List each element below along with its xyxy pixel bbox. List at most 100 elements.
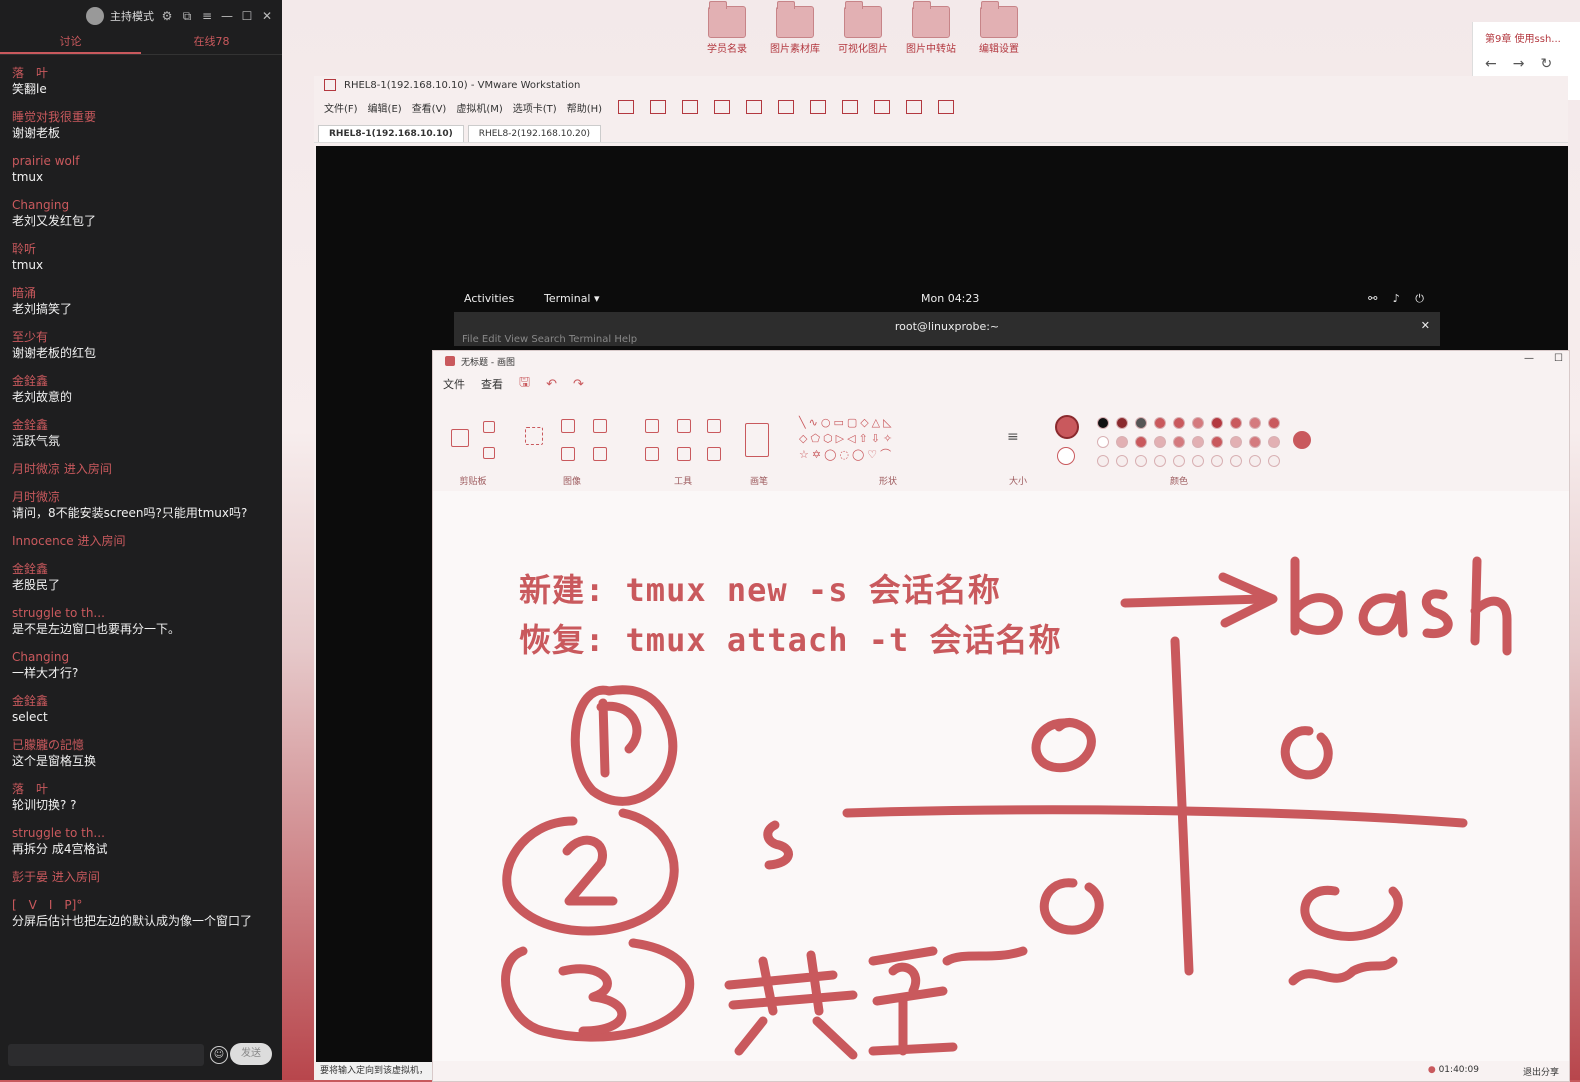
- menu-help[interactable]: 帮助(H): [567, 100, 602, 115]
- message-author[interactable]: 至少有: [12, 329, 270, 345]
- paste-icon[interactable]: [451, 429, 469, 447]
- shapes-gallery[interactable]: ╲∿○▭▢◇△◺ ◇⬠⬡▷◁⇧⇩✧ ☆✡◯◌◯♡⌒: [799, 415, 939, 463]
- palette-swatch[interactable]: [1230, 436, 1242, 448]
- snapshot-manager-icon[interactable]: [746, 100, 763, 114]
- menu-view[interactable]: 查看: [481, 376, 503, 392]
- snapshot-icon[interactable]: [682, 100, 699, 114]
- palette-swatch[interactable]: [1192, 417, 1204, 429]
- message-author[interactable]: 金銓鑫: [12, 373, 270, 389]
- message-author[interactable]: 月时微凉: [12, 489, 270, 505]
- activities-button[interactable]: Activities: [464, 292, 514, 305]
- rotate-icon[interactable]: [593, 419, 607, 433]
- size-icon[interactable]: ≡: [1007, 429, 1019, 445]
- emoji-icon[interactable]: ☺: [210, 1046, 228, 1064]
- palette-swatch[interactable]: [1268, 436, 1280, 448]
- menu-view[interactable]: 查看(V): [412, 100, 447, 115]
- avatar[interactable]: [86, 7, 104, 25]
- thumbnail-icon[interactable]: [810, 100, 827, 114]
- brush-icon[interactable]: [745, 423, 769, 457]
- palette-swatch[interactable]: [1116, 436, 1128, 448]
- menu-tabs[interactable]: 选项卡(T): [513, 100, 557, 115]
- reload-icon[interactable]: ↻: [1540, 56, 1552, 72]
- settings-icon[interactable]: ⚙: [160, 9, 174, 23]
- palette-swatch[interactable]: [1154, 417, 1166, 429]
- copy-icon[interactable]: [483, 447, 495, 459]
- clock[interactable]: Mon 04:23: [921, 292, 979, 305]
- palette-swatch[interactable]: [1173, 436, 1185, 448]
- revert-snapshot-icon[interactable]: [714, 100, 731, 114]
- palette-swatch[interactable]: [1192, 455, 1204, 467]
- palette-swatch[interactable]: [1211, 436, 1223, 448]
- color-2-swatch[interactable]: [1057, 447, 1075, 465]
- message-author[interactable]: 金銓鑫: [12, 417, 270, 433]
- redo-icon[interactable]: ↷: [573, 377, 584, 392]
- menu-edit[interactable]: 编辑(E): [368, 100, 402, 115]
- library-icon[interactable]: [778, 100, 795, 114]
- palette-swatch[interactable]: [1135, 417, 1147, 429]
- tab-rhel8-1[interactable]: RHEL8-1(192.168.10.10): [318, 125, 464, 142]
- message-author[interactable]: 暗涌: [12, 285, 270, 301]
- resize-icon[interactable]: [561, 447, 575, 461]
- palette-swatch[interactable]: [1116, 417, 1128, 429]
- send-button[interactable]: 发送: [230, 1043, 272, 1065]
- tab-discussion[interactable]: 讨论: [0, 32, 141, 54]
- message-author[interactable]: 聆听: [12, 241, 270, 257]
- message-author[interactable]: 已朦朧の記憶: [12, 737, 270, 753]
- console-icon[interactable]: [906, 100, 923, 114]
- palette-swatch[interactable]: [1249, 455, 1261, 467]
- menu-file[interactable]: 文件: [443, 376, 465, 392]
- eraser-icon[interactable]: [645, 447, 659, 461]
- palette-swatch[interactable]: [1211, 417, 1223, 429]
- palette-swatch[interactable]: [1173, 455, 1185, 467]
- cut-icon[interactable]: [483, 421, 495, 433]
- paint-canvas[interactable]: 新建: tmux new -s 会话名称 恢复: tmux attach -t …: [433, 491, 1569, 1061]
- palette-swatch[interactable]: [1173, 417, 1185, 429]
- flip-icon[interactable]: [593, 447, 607, 461]
- message-author[interactable]: 月时微凉 进入房间: [12, 461, 270, 477]
- palette-swatch[interactable]: [1249, 436, 1261, 448]
- unity-icon[interactable]: [874, 100, 891, 114]
- terminal-menu[interactable]: File Edit View Search Terminal Help: [462, 334, 637, 345]
- close-icon[interactable]: ✕: [1421, 319, 1430, 332]
- palette-swatch[interactable]: [1268, 455, 1280, 467]
- message-author[interactable]: 彭于晏 进入房间: [12, 869, 270, 885]
- palette-swatch[interactable]: [1230, 417, 1242, 429]
- message-author[interactable]: Changing: [12, 197, 270, 213]
- menu-file[interactable]: 文件(F): [324, 100, 358, 115]
- message-author[interactable]: 金銓鑫: [12, 693, 270, 709]
- send-keys-icon[interactable]: [650, 100, 667, 114]
- maximize-icon[interactable]: ☐: [240, 9, 254, 23]
- palette-swatch[interactable]: [1097, 417, 1109, 429]
- stretch-icon[interactable]: [938, 100, 955, 114]
- system-status-icons[interactable]: ⚯ ♪ ⏻: [1368, 292, 1430, 306]
- palette-swatch[interactable]: [1154, 436, 1166, 448]
- desktop-icon[interactable]: 学员名录: [700, 1, 754, 55]
- message-author[interactable]: 落 叶: [12, 65, 270, 81]
- exit-share-button[interactable]: 退出分享: [1523, 1065, 1559, 1078]
- palette-swatch[interactable]: [1211, 455, 1223, 467]
- tab-rhel8-2[interactable]: RHEL8-2(192.168.10.20): [467, 125, 602, 142]
- text-icon[interactable]: [707, 419, 721, 433]
- fill-icon[interactable]: [677, 419, 691, 433]
- chat-input[interactable]: [8, 1044, 204, 1066]
- palette-swatch[interactable]: [1230, 455, 1242, 467]
- edit-colors-icon[interactable]: [1293, 431, 1311, 449]
- minimize-icon[interactable]: —: [220, 9, 234, 23]
- palette-swatch[interactable]: [1097, 455, 1109, 467]
- crop-icon[interactable]: [561, 419, 575, 433]
- desktop-icon[interactable]: 编辑设置: [972, 1, 1026, 55]
- maximize-icon[interactable]: ☐: [1554, 353, 1563, 364]
- palette-swatch[interactable]: [1135, 455, 1147, 467]
- message-author[interactable]: 睡觉对我很重要: [12, 109, 270, 125]
- minimize-icon[interactable]: —: [1524, 353, 1534, 364]
- palette-swatch[interactable]: [1268, 417, 1280, 429]
- tab-online[interactable]: 在线78: [141, 32, 282, 54]
- message-author[interactable]: prairie wolf: [12, 153, 270, 169]
- palette-swatch[interactable]: [1097, 436, 1109, 448]
- desktop-icon[interactable]: 图片中转站: [904, 1, 958, 55]
- pause-icon[interactable]: [618, 100, 635, 114]
- save-icon[interactable]: 🖫: [519, 373, 530, 395]
- message-author[interactable]: struggle to th...: [12, 605, 270, 621]
- palette-swatch[interactable]: [1116, 455, 1128, 467]
- color-1-swatch[interactable]: [1055, 415, 1079, 439]
